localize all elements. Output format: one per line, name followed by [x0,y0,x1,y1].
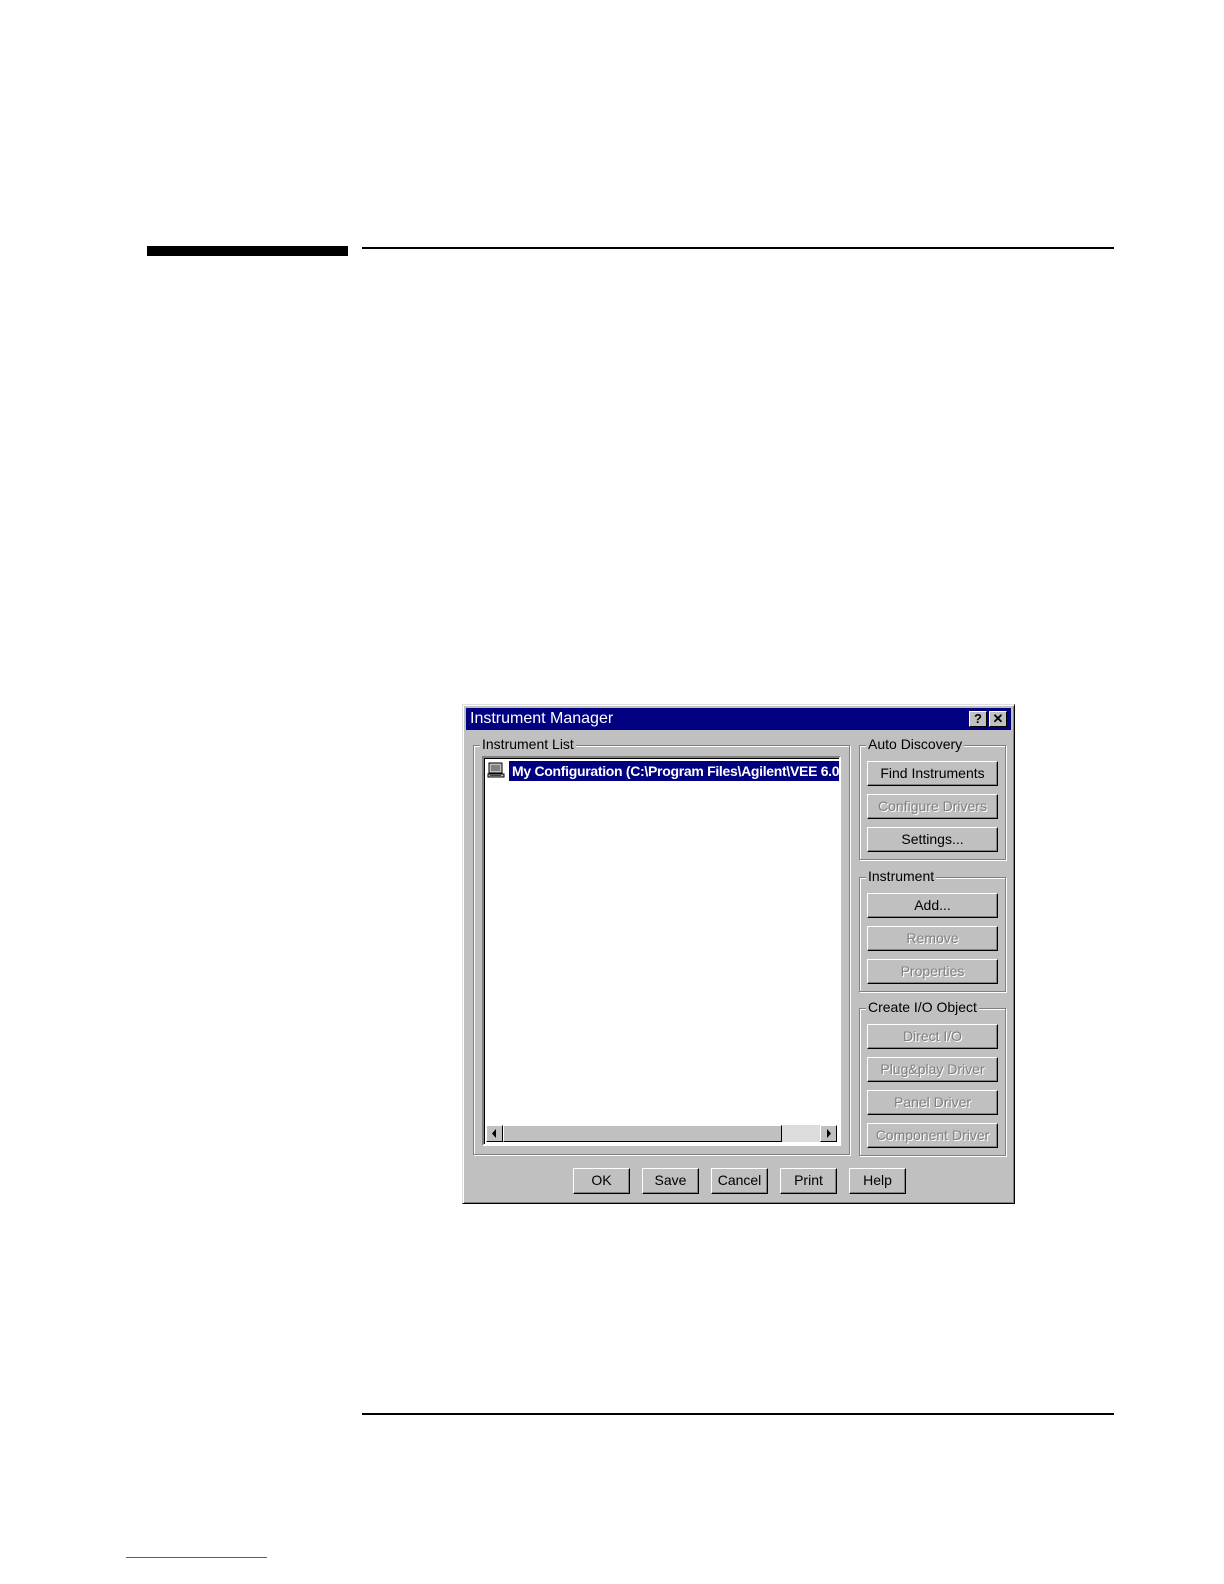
heading-rule [362,247,1114,249]
print-button[interactable]: Print [780,1168,837,1194]
plug-play-driver-button[interactable]: Plug&play Driver [867,1057,998,1082]
list-item[interactable]: My Configuration (C:\Program Files\Agile… [486,760,839,782]
create-io-object-group: Create I/O Object Direct I/O Plug&play D… [859,999,1006,1156]
instrument-list-label: Instrument List [480,736,576,752]
ok-button[interactable]: OK [573,1168,630,1194]
footer-link-underline [126,1557,267,1558]
direct-io-button[interactable]: Direct I/O [867,1024,998,1049]
instrument-list-group: Instrument List My Configuration (C:\Pro… [473,736,850,1155]
footer-rule [362,1413,1114,1415]
close-icon[interactable]: ✕ [989,711,1007,727]
instrument-manager-dialog: Instrument Manager ? ✕ Instrument List M… [462,704,1015,1204]
cancel-button[interactable]: Cancel [711,1168,768,1194]
instrument-label: Instrument [866,868,937,884]
scroll-right-icon[interactable] [820,1125,837,1142]
instrument-list[interactable]: My Configuration (C:\Program Files\Agile… [482,756,841,1146]
help-icon[interactable]: ? [969,711,987,727]
dialog-title: Instrument Manager [470,710,614,727]
add-button[interactable]: Add... [867,893,998,918]
horizontal-scrollbar[interactable] [486,1125,837,1142]
save-button[interactable]: Save [642,1168,699,1194]
scroll-left-icon[interactable] [486,1125,503,1142]
list-item-label: My Configuration (C:\Program Files\Agile… [509,761,839,781]
panel-driver-button[interactable]: Panel Driver [867,1090,998,1115]
configure-drivers-button[interactable]: Configure Drivers [867,794,998,819]
help-button[interactable]: Help [849,1168,906,1194]
heading-rule-thick [147,246,348,256]
auto-discovery-label: Auto Discovery [866,736,965,752]
component-driver-button[interactable]: Component Driver [867,1123,998,1148]
find-instruments-button[interactable]: Find Instruments [867,761,998,786]
auto-discovery-group: Auto Discovery Find Instruments Configur… [859,736,1006,860]
remove-button[interactable]: Remove [867,926,998,951]
settings-button[interactable]: Settings... [867,827,998,852]
instrument-group: Instrument Add... Remove Properties [859,868,1006,992]
properties-button[interactable]: Properties [867,959,998,984]
computer-icon [487,762,505,778]
create-io-object-label: Create I/O Object [866,999,979,1015]
title-bar[interactable]: Instrument Manager ? ✕ [466,708,1011,730]
scrollbar-thumb[interactable] [503,1125,782,1142]
